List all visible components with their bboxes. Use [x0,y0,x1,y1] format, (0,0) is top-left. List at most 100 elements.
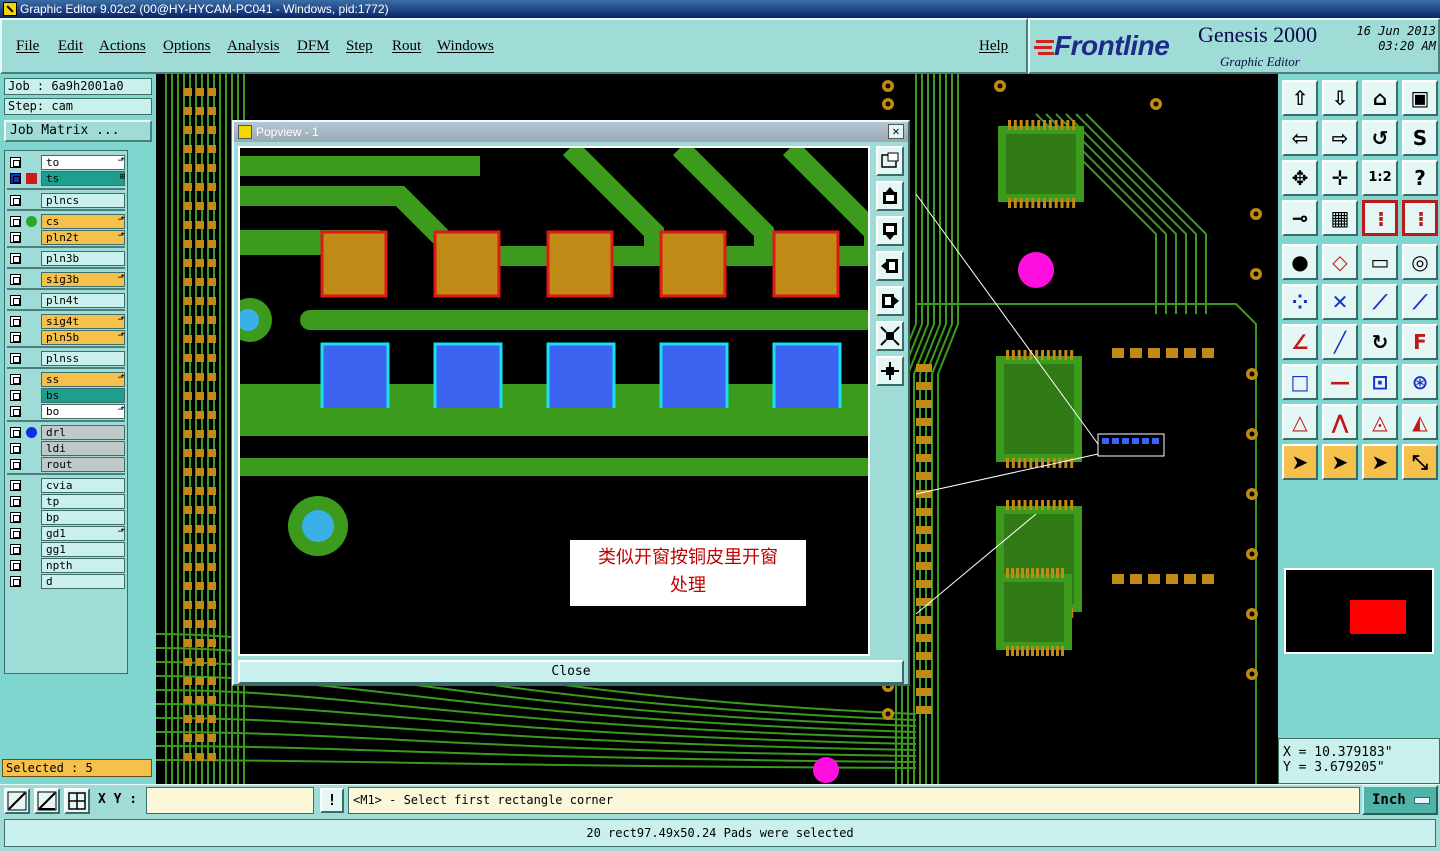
popview-title-bar[interactable]: Popview - 1 [234,122,908,142]
tool-button-connect[interactable]: ⁘ [1282,284,1318,320]
tool-button-pan-left[interactable]: ⇦ [1282,120,1318,156]
layer-row[interactable]: to ⬏ [5,155,127,170]
layer-row[interactable]: bp [5,510,127,525]
layer-name[interactable]: cs [41,214,125,229]
popview-canvas[interactable]: 类似开窗按铜皮里开窗 处理 [238,146,870,656]
popview-zoom-in-button[interactable] [876,356,904,386]
tool-button-pan-right[interactable]: ⇨ [1322,120,1358,156]
layer-checkbox[interactable] [10,496,21,507]
popview-right-button[interactable] [876,286,904,316]
layer-checkbox[interactable] [10,480,21,491]
layer-checkbox[interactable] [10,157,21,168]
tool-button-mirror-f[interactable]: F [1402,324,1438,360]
layer-name[interactable]: cvia [41,478,125,493]
tool-button-ruler[interactable]: ▭ [1362,244,1398,280]
tool-button-arc-b[interactable]: ◭ [1402,404,1438,440]
tool-button-help[interactable]: ? [1402,160,1438,196]
popview-down-button[interactable] [876,216,904,246]
menu-edit[interactable]: Edit [58,38,83,55]
layer-name[interactable]: bp [41,510,125,525]
menu-dfm[interactable]: DFM [297,38,330,55]
tool-button-zoom-home[interactable]: ⇧ [1282,80,1318,116]
layer-checkbox[interactable] [10,332,21,343]
xy-input[interactable] [146,787,314,814]
layer-checkbox[interactable] [10,560,21,571]
warning-button[interactable]: ! [320,788,344,813]
layer-row[interactable]: cvia [5,478,127,493]
tool-button-measure[interactable]: ⊸ [1282,200,1318,236]
layer-name[interactable]: rout [41,457,125,472]
layer-name[interactable]: pln4t [41,293,125,308]
overview-map[interactable] [1284,568,1434,654]
popview-zoom-out-button[interactable] [876,321,904,351]
layer-name[interactable]: ldi [41,441,125,456]
layer-row[interactable]: ts ⊞ [5,171,127,186]
layer-row[interactable]: bs [5,388,127,403]
layer-checkbox[interactable] [10,253,21,264]
layer-name[interactable]: ss [41,372,125,387]
tool-button-zoom-center[interactable]: ✛ [1322,160,1358,196]
snap-mode-button[interactable] [4,788,30,814]
layer-checkbox[interactable] [10,528,21,539]
tool-button-select-arrow[interactable]: ➤ [1362,444,1398,480]
layer-row[interactable]: pln5b ⬏ [5,330,127,345]
tool-button-redraw[interactable]: ↺ [1362,120,1398,156]
layer-name[interactable]: to [41,155,125,170]
tool-button-horizontal-line[interactable]: — [1322,364,1358,400]
layer-row[interactable]: bo ⬏ [5,404,127,419]
layer-name[interactable]: drl [41,425,125,440]
layer-checkbox[interactable] [10,316,21,327]
tool-button-circle-target[interactable]: ◎ [1402,244,1438,280]
tool-button-triangle[interactable]: △ [1282,404,1318,440]
popview-close-icon[interactable]: ✕ [888,124,904,139]
menu-help[interactable]: Help [979,38,1008,55]
layer-name[interactable]: pln2t [41,230,125,245]
layer-checkbox[interactable] [10,374,21,385]
tool-button-layer-toggle[interactable]: ⁝ [1362,200,1398,236]
layer-name[interactable]: tp [41,494,125,509]
layer-name[interactable]: bo [41,404,125,419]
layer-row[interactable]: rout [5,457,127,472]
layer-row[interactable]: cs ⬏ [5,214,127,229]
layer-name[interactable]: gd1 [41,526,125,541]
layer-name[interactable]: gg1 [41,542,125,557]
layer-row[interactable]: drl [5,425,127,440]
layer-checkbox[interactable] [10,216,21,227]
layer-checkbox[interactable] [10,274,21,285]
layer-name[interactable]: pln5b [41,330,125,345]
tool-button-route[interactable]: ⤡ [1402,444,1438,480]
tool-button-zoom-fit[interactable]: ⇩ [1322,80,1358,116]
layer-checkbox[interactable] [10,544,21,555]
layer-name[interactable]: ts [41,171,125,186]
tool-button-fit-box[interactable]: ⊡ [1362,364,1398,400]
layer-row[interactable]: pln4t [5,293,127,308]
tool-button-rotate[interactable]: ↻ [1362,324,1398,360]
layer-name[interactable]: plncs [41,193,125,208]
layer-name[interactable]: sig3b [41,272,125,287]
layer-checkbox[interactable] [10,443,21,454]
layer-row[interactable]: ss ⬏ [5,372,127,387]
tool-button-angle[interactable]: ∠ [1282,324,1318,360]
tool-button-window-split[interactable]: ▣ [1402,80,1438,116]
tool-button-arch[interactable]: ⋀ [1322,404,1358,440]
menu-windows[interactable]: Windows [437,38,494,55]
layer-row[interactable]: gd1 ⬏ [5,526,127,541]
menu-file[interactable]: File [16,38,39,55]
job-matrix-button[interactable]: Job Matrix ... [4,120,152,142]
layer-name[interactable]: pln3b [41,251,125,266]
tool-button-line-node[interactable]: ⟋ [1362,284,1398,320]
layer-checkbox[interactable] [10,576,21,587]
popview-left-button[interactable] [876,251,904,281]
menu-options[interactable]: Options [163,38,211,55]
tool-button-layer-select[interactable]: ⁝ [1402,200,1438,236]
tool-button-arrow-node[interactable]: ⟋ [1402,284,1438,320]
tool-button-pointer[interactable]: ➤ [1282,444,1318,480]
layer-checkbox[interactable] [10,232,21,243]
layer-name[interactable]: bs [41,388,125,403]
tool-button-add-shape[interactable]: ◇ [1322,244,1358,280]
layer-name[interactable]: d [41,574,125,589]
layer-checkbox[interactable] [10,295,21,306]
layer-row[interactable]: ldi [5,441,127,456]
layer-row[interactable]: sig4t ⬏ [5,314,127,329]
layer-checkbox[interactable] [10,195,21,206]
